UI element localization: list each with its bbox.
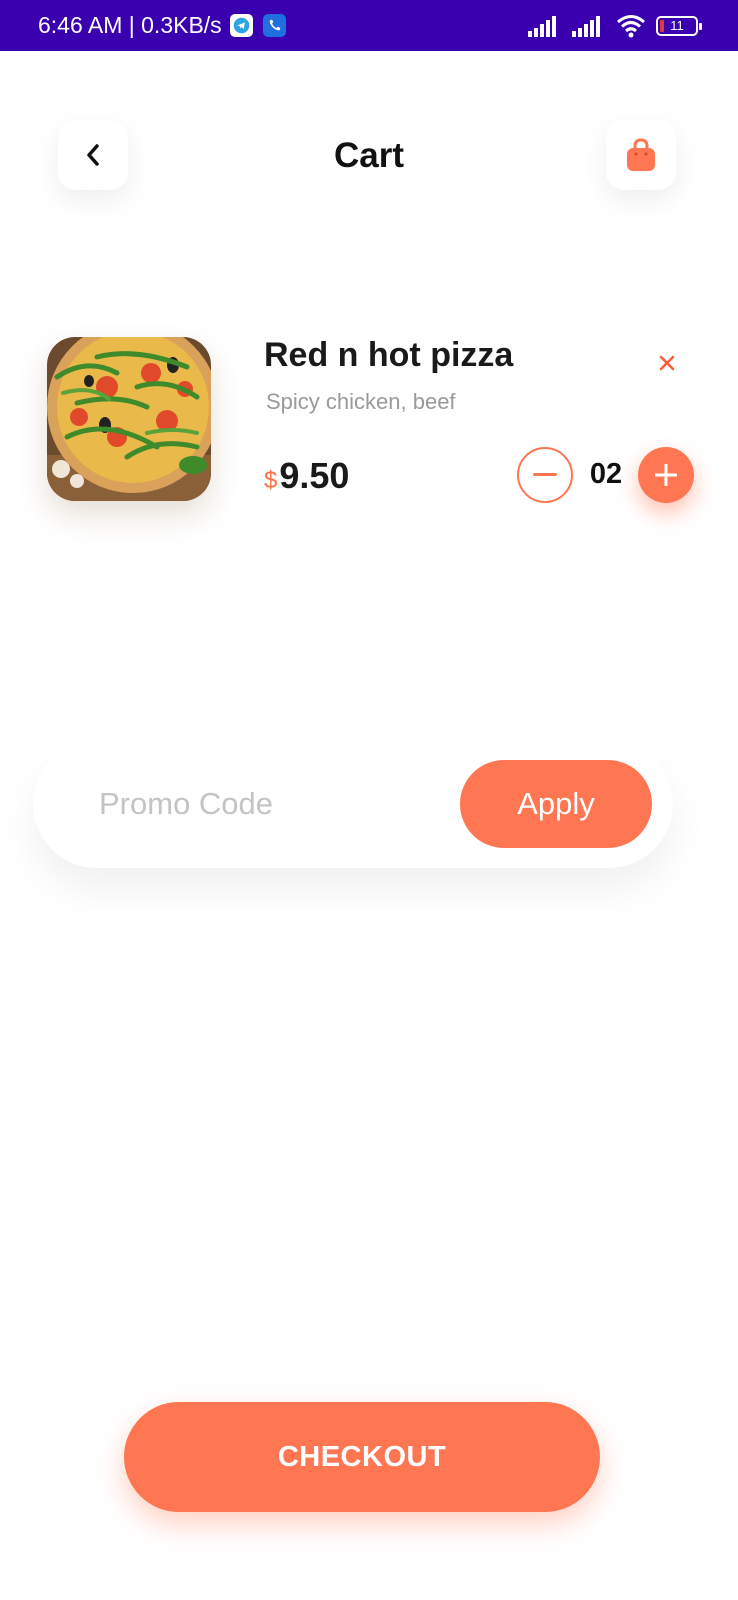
battery-level: 11 bbox=[670, 18, 684, 33]
item-name: Red n hot pizza bbox=[264, 336, 514, 374]
status-time-speed: 6:46 AM | 0.3KB/s bbox=[38, 12, 222, 38]
battery-icon: 11 bbox=[656, 15, 702, 36]
pizza-image bbox=[47, 337, 211, 501]
telegram-icon bbox=[229, 14, 253, 37]
promo-code-card: Apply bbox=[33, 740, 673, 868]
increase-quantity-button[interactable] bbox=[638, 447, 694, 503]
price-currency: $ bbox=[264, 467, 278, 494]
status-bar: 6:46 AM | 0.3KB/s 11 bbox=[0, 0, 738, 51]
battery-level-indicator bbox=[660, 19, 664, 32]
remove-item-button[interactable] bbox=[652, 348, 682, 378]
close-icon bbox=[659, 355, 675, 371]
item-price: $ 9.50 bbox=[264, 455, 349, 497]
apply-promo-button[interactable]: Apply bbox=[460, 760, 652, 848]
promo-code-input[interactable] bbox=[99, 780, 399, 828]
item-description: Spicy chicken, beef bbox=[266, 389, 456, 414]
wifi-icon bbox=[617, 14, 645, 37]
signal-icon bbox=[528, 15, 556, 37]
status-left: 6:46 AM | 0.3KB/s bbox=[38, 0, 286, 51]
call-app-icon bbox=[262, 14, 286, 37]
cart-bag-button[interactable] bbox=[606, 120, 676, 190]
price-amount: 9.50 bbox=[279, 455, 350, 496]
plus-icon bbox=[655, 464, 677, 486]
checkout-button[interactable]: CHECKOUT bbox=[124, 1402, 600, 1512]
minus-icon bbox=[533, 473, 557, 476]
quantity-value: 02 bbox=[589, 458, 623, 490]
shopping-bag-icon bbox=[627, 138, 655, 171]
status-right: 11 bbox=[528, 0, 702, 51]
signal-icon bbox=[572, 15, 600, 37]
decrease-quantity-button[interactable] bbox=[517, 447, 573, 503]
